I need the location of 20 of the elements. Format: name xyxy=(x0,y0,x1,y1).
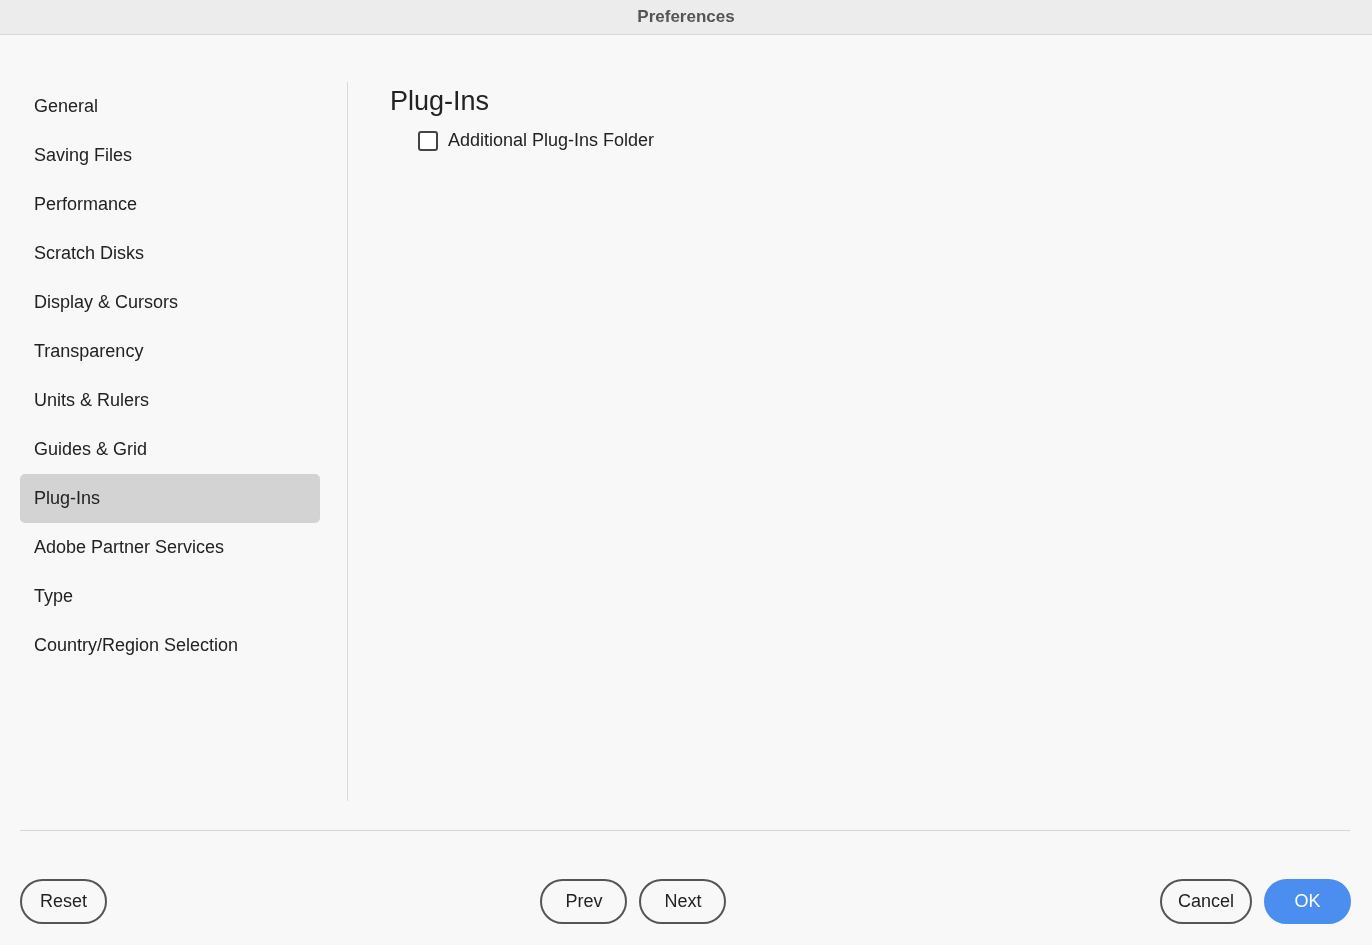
sidebar-item[interactable]: General xyxy=(20,82,320,131)
sidebar-item[interactable]: Adobe Partner Services xyxy=(20,523,320,572)
sidebar-item[interactable]: Performance xyxy=(20,180,320,229)
prev-button[interactable]: Prev xyxy=(540,879,628,924)
sidebar-item[interactable]: Guides & Grid xyxy=(20,425,320,474)
sidebar-item[interactable]: Transparency xyxy=(20,327,320,376)
sidebar-item[interactable]: Type xyxy=(20,572,320,621)
reset-button[interactable]: Reset xyxy=(20,879,107,924)
checkbox-label: Additional Plug-Ins Folder xyxy=(448,130,655,151)
cancel-button[interactable]: Cancel xyxy=(1159,879,1252,924)
sidebar-item[interactable]: Display & Cursors xyxy=(20,278,320,327)
next-button[interactable]: Next xyxy=(639,879,727,924)
sidebar-item[interactable]: Country/Region Selection xyxy=(20,621,320,670)
sidebar-item[interactable]: Units & Rulers xyxy=(20,376,320,425)
sidebar-item[interactable]: Scratch Disks xyxy=(20,229,320,278)
sidebar-item[interactable]: Plug-Ins xyxy=(20,474,320,523)
panel-heading: Plug-Ins xyxy=(390,86,491,118)
checkbox[interactable] xyxy=(418,130,438,151)
window-title: Preferences xyxy=(637,7,735,27)
sidebar-item[interactable]: Saving Files xyxy=(20,131,320,180)
